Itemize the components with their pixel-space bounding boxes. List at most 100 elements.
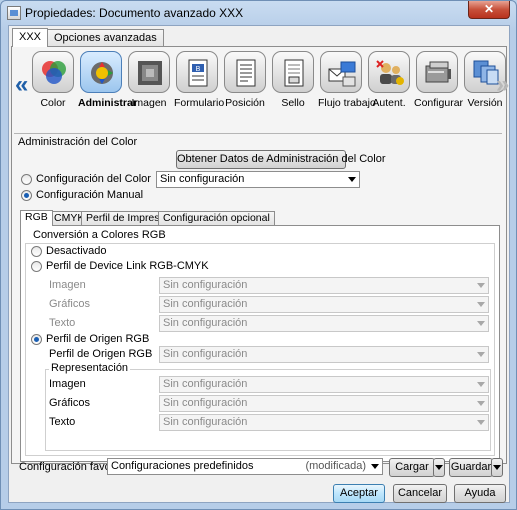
favorite-config-value: Configuraciones predefinidos <box>111 460 254 472</box>
toolbar-posicion-label: Posición <box>225 97 265 109</box>
toolbar-sello[interactable]: Sello <box>270 51 316 109</box>
workflow-icon <box>320 51 362 93</box>
favorite-modified-text: (modificada) <box>305 460 366 472</box>
toolbar-configurar-label: Configurar <box>414 97 464 109</box>
subtab-optional-config[interactable]: Configuración opcional <box>158 211 275 225</box>
favorite-config-select[interactable]: Configuraciones predefinidos (modificada… <box>107 458 383 475</box>
rendering-image-select-value: Sin configuración <box>163 378 248 390</box>
chevron-down-icon <box>477 352 485 357</box>
get-color-admin-data-button[interactable]: Obtener Datos de Administración del Colo… <box>176 150 386 169</box>
chevron-down-icon <box>477 382 485 387</box>
auth-icon <box>368 51 410 93</box>
icon-toolbar: « Color Administrar Imagen B Formulario … <box>12 49 509 129</box>
devicelink-text-label: Texto <box>49 317 76 329</box>
rendering-graphics-select[interactable]: Sin configuración <box>159 395 489 412</box>
toolbar-autent-label: Autent. <box>372 97 406 109</box>
cancel-button[interactable]: Cancelar <box>393 484 447 503</box>
rendering-graphics-select-value: Sin configuración <box>163 397 248 409</box>
toolbar-posicion[interactable]: Posición <box>222 51 268 109</box>
toolbar-flujo-trabajo[interactable]: Flujo trabajo <box>318 51 376 109</box>
toolbar-configurar[interactable]: Configurar <box>414 51 464 109</box>
title-bar: Propiedades: Documento avanzado XXX ✕ <box>1 1 516 25</box>
devicelink-image-select[interactable]: Sin configuración <box>159 277 489 294</box>
rendering-text-select-value: Sin configuración <box>163 416 248 428</box>
radio-manual-config-label: Configuración Manual <box>36 189 144 201</box>
devicelink-text-select-value: Sin configuración <box>163 317 248 329</box>
toolbar-imagen-label: Imagen <box>131 97 167 109</box>
devicelink-graphics-select-value: Sin configuración <box>163 298 248 310</box>
scroll-right-icon[interactable]: » <box>496 71 509 99</box>
rgb-panel: Conversión a Colores RGB Desactivado Per… <box>20 225 500 462</box>
tab-xxx[interactable]: XXX <box>12 28 49 47</box>
radio-origin-profile[interactable] <box>31 334 42 345</box>
radio-device-link[interactable] <box>31 261 42 272</box>
origin-profile-label: Perfil de Origen RGB <box>49 348 153 360</box>
position-icon <box>224 51 266 93</box>
rendering-image-label: Imagen <box>49 378 86 390</box>
chevron-down-icon <box>493 465 501 470</box>
image-icon <box>128 51 170 93</box>
chevron-down-icon <box>477 283 485 288</box>
radio-color-config[interactable] <box>21 174 32 185</box>
color-admin-title: Administración del Color <box>18 136 138 148</box>
toolbar-color-label: Color <box>40 97 66 109</box>
main-tab-panel: « Color Administrar Imagen B Formulario … <box>11 46 509 464</box>
rendering-text-label: Texto <box>49 416 76 428</box>
rendering-image-select[interactable]: Sin configuración <box>159 376 489 393</box>
help-button[interactable]: Ayuda <box>454 484 506 503</box>
window-app-icon <box>7 6 21 20</box>
chevron-down-icon <box>477 321 485 326</box>
gear-color-icon <box>80 51 122 93</box>
rgb-conversion-title: Conversión a Colores RGB <box>31 229 168 241</box>
svg-text:B: B <box>196 66 201 73</box>
rendering-graphics-label: Gráficos <box>49 397 90 409</box>
toolbar-divider <box>14 133 502 134</box>
tab-advanced-options[interactable]: Opciones avanzadas <box>47 29 164 46</box>
chevron-down-icon <box>371 464 379 469</box>
ok-button[interactable]: Aceptar <box>333 484 385 503</box>
configure-icon <box>416 51 458 93</box>
toolbar-administrar[interactable]: Administrar <box>78 51 137 109</box>
form-icon: B <box>176 51 218 93</box>
devicelink-image-select-value: Sin configuración <box>163 279 248 291</box>
radio-manual-config[interactable] <box>21 190 32 201</box>
toolbar-formulario-label: Formulario <box>174 97 225 109</box>
radio-color-config-label: Configuración del Color <box>36 173 151 185</box>
stamp-icon <box>272 51 314 93</box>
scroll-left-icon[interactable]: « <box>15 71 28 99</box>
toolbar-imagen[interactable]: Imagen <box>126 51 172 109</box>
toolbar-flujo-trabajo-label: Flujo trabajo <box>318 97 376 109</box>
color-config-select-value: Sin configuración <box>160 173 245 185</box>
subtab-rgb[interactable]: RGB <box>20 210 53 226</box>
radio-disabled[interactable] <box>31 246 42 257</box>
color-circles-icon <box>32 51 74 93</box>
properties-window: Propiedades: Documento avanzado XXX ✕ XX… <box>0 0 517 510</box>
color-config-select[interactable]: Sin configuración <box>156 171 360 188</box>
toolbar-sello-label: Sello <box>281 97 305 109</box>
dialog-client: XXX Opciones avanzadas « Color Administr… <box>8 25 510 503</box>
toolbar-formulario[interactable]: B Formulario <box>174 51 225 109</box>
save-dropdown-button[interactable] <box>491 458 503 477</box>
devicelink-text-select[interactable]: Sin configuración <box>159 315 489 332</box>
window-title: Propiedades: Documento avanzado XXX <box>25 6 244 20</box>
origin-profile-select-value: Sin configuración <box>163 348 248 360</box>
save-button[interactable]: Guardar <box>449 458 493 477</box>
toolbar-color[interactable]: Color <box>30 51 76 109</box>
chevron-down-icon <box>477 401 485 406</box>
toolbar-administrar-label: Administrar <box>78 97 137 109</box>
load-dropdown-button[interactable] <box>433 458 445 477</box>
radio-disabled-label: Desactivado <box>46 245 107 257</box>
close-button[interactable]: ✕ <box>468 1 510 19</box>
origin-profile-select[interactable]: Sin configuración <box>159 346 489 363</box>
chevron-down-icon <box>477 420 485 425</box>
toolbar-autent[interactable]: Autent. <box>366 51 412 109</box>
radio-origin-profile-label: Perfil de Origen RGB <box>46 333 150 345</box>
load-button[interactable]: Cargar <box>389 458 435 477</box>
devicelink-graphics-select[interactable]: Sin configuración <box>159 296 489 313</box>
radio-device-link-label: Perfil de Device Link RGB-CMYK <box>46 260 209 272</box>
rendering-text-select[interactable]: Sin configuración <box>159 414 489 431</box>
devicelink-image-label: Imagen <box>49 279 86 291</box>
devicelink-graphics-label: Gráficos <box>49 298 90 310</box>
chevron-down-icon <box>348 177 356 182</box>
rendering-title: Representación <box>49 362 131 374</box>
